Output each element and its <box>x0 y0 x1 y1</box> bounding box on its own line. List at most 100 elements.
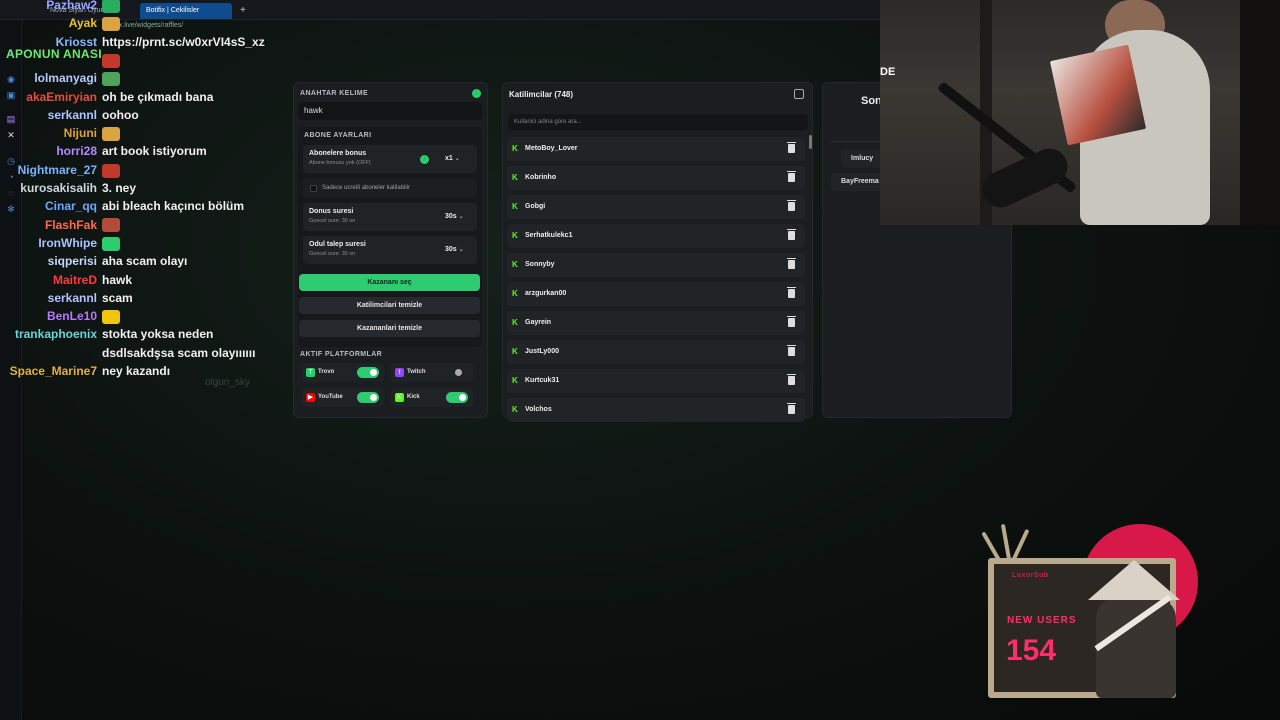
paid-only-checkbox[interactable] <box>310 185 317 192</box>
claim-time-select[interactable]: 30s ⌄ <box>441 243 471 257</box>
paid-only-label: Sadece ucretli aboneler katilabilir <box>322 185 411 191</box>
chat-text: scam <box>102 289 133 307</box>
sub-bonus-value: x1 <box>445 155 453 162</box>
chat-username[interactable]: IronWhipe <box>38 234 97 252</box>
chat-username[interactable]: trankaphoenix <box>15 325 97 343</box>
platform-toggle[interactable] <box>357 367 379 378</box>
youtube-icon: ▶ <box>306 393 315 402</box>
chat-username[interactable]: Nijuni <box>64 124 97 142</box>
chat-message: serkannl scam <box>0 289 290 307</box>
paid-only-row[interactable]: Sadece ucretli aboneler katilabilir <box>303 178 477 198</box>
trash-icon[interactable] <box>787 403 796 414</box>
samurai-illustration <box>1088 560 1188 700</box>
chevron-down-icon: ⌄ <box>454 156 460 162</box>
chat-username[interactable]: Pazhaw2 <box>46 0 97 14</box>
participant-name: Sonnyby <box>525 261 555 268</box>
pick-winner-button[interactable]: Kazananı seç <box>299 274 480 291</box>
trash-icon[interactable] <box>787 171 796 182</box>
claim-time-sub: Guncel sure: 30 sn <box>309 251 356 257</box>
participant-row[interactable]: K Serhatkulekc1 <box>507 224 805 248</box>
participant-row[interactable]: K Gayrein <box>507 311 805 335</box>
chat-text-content: https://prnt.sc/w0xrVI4sS_xz <box>102 34 265 49</box>
chat-text: abi bleach kaçıncı bölüm <box>102 197 244 215</box>
keyword-input[interactable]: hawk <box>298 102 482 120</box>
chat-username[interactable]: serkannl <box>48 106 97 124</box>
sub-bonus-info-icon[interactable]: i <box>420 155 429 164</box>
chat-message: Nightmare_27 <box>0 161 290 179</box>
participant-row[interactable]: K JustLy000 <box>507 340 805 364</box>
trash-icon[interactable] <box>787 142 796 153</box>
clear-participants-button[interactable]: Katilimcilari temizle <box>299 297 480 314</box>
platform-toggle[interactable] <box>357 392 379 403</box>
participant-row[interactable]: K Kobrinho <box>507 166 805 190</box>
sub-settings-title: ABONE AYARLARI <box>304 132 372 139</box>
chat-text: aha scam olayı <box>102 252 187 270</box>
chat-text-content: scam <box>102 290 133 305</box>
emote-icon <box>102 218 120 233</box>
chat-username[interactable]: akaEmiryian <box>26 88 97 106</box>
trash-icon[interactable] <box>787 258 796 269</box>
participant-row[interactable]: K Sonnyby <box>507 253 805 277</box>
kick-icon: K <box>512 376 518 385</box>
kick-icon: K <box>395 393 404 402</box>
trash-icon[interactable] <box>787 316 796 327</box>
info-icon[interactable]: i <box>472 89 481 98</box>
trash-icon[interactable] <box>787 229 796 240</box>
chat-username[interactable]: MaitreD <box>53 271 97 289</box>
chat-text-content: oohoo <box>102 107 139 122</box>
widget-label: NEW USERS <box>1007 615 1077 626</box>
claim-time-value: 30s <box>445 246 457 253</box>
chat-username[interactable]: horri28 <box>56 142 97 160</box>
chat-text: art book istiyorum <box>102 142 207 160</box>
emote-icon <box>102 236 120 251</box>
platform-toggle[interactable] <box>446 392 468 403</box>
chat-text: stokta yoksa neden <box>102 325 213 343</box>
trash-icon[interactable] <box>787 374 796 385</box>
bonus-time-select[interactable]: 30s ⌄ <box>441 210 471 224</box>
chat-username[interactable]: Space_Marine7 <box>10 362 97 380</box>
chat-username[interactable]: serkannl <box>48 289 97 307</box>
participant-search-input[interactable]: Kullanici adina gore ara... <box>508 114 808 130</box>
chat-username[interactable]: Ayak <box>69 14 97 32</box>
toggle-knob <box>459 394 466 401</box>
chat-username[interactable]: Cinar_qq <box>45 197 97 215</box>
participant-row[interactable]: K Volchos <box>507 398 805 422</box>
participant-row[interactable]: Karzgurkan00 <box>507 282 805 306</box>
chat-text: ney kazandı <box>102 362 170 380</box>
chat-text <box>102 161 120 179</box>
chat-message: dsdlsakdşsa scam olayıııııı <box>0 344 290 362</box>
chat-text-content: 3. ney <box>102 181 137 195</box>
chat-text: hawk <box>102 271 132 289</box>
chat-text <box>102 0 120 14</box>
participant-row[interactable]: K MetoBoy_Lover <box>507 137 805 161</box>
trash-icon[interactable] <box>787 200 796 211</box>
chat-username[interactable]: kurosakisalih <box>20 179 97 197</box>
chat-username[interactable]: siqperisi <box>48 252 97 270</box>
sub-bonus-select[interactable]: x1 ⌄ <box>441 152 471 166</box>
platform-trovo: T Trovo <box>302 363 384 382</box>
trash-icon[interactable] <box>787 287 796 298</box>
bonus-time-value: 30s <box>445 213 457 220</box>
bonus-time-sub: Guncel sure: 30 sn <box>309 218 356 224</box>
participant-row[interactable]: K Kurtcuk31 <box>507 369 805 393</box>
raffle-settings-panel: ANAHTAR KELIME i hawk ABONE AYARLARI Abo… <box>293 82 488 418</box>
chat-text-content: stokta yoksa neden <box>102 327 214 342</box>
subscriber-settings: ABONE AYARLARI Abonelere bonus Abone bon… <box>298 127 482 347</box>
chat-username[interactable]: BenLe10 <box>47 307 97 325</box>
webcam-feed: DE <box>880 0 1280 225</box>
emote-icon <box>102 126 120 141</box>
chat-text: https://prnt.sc/w0xrVI4sS_xz <box>102 33 265 51</box>
chat-message: FlashFak <box>0 216 290 234</box>
platform-toggle[interactable] <box>446 367 468 378</box>
chat-username[interactable]: Nightmare_27 <box>18 161 97 179</box>
bonus-time-label: Donus suresi <box>309 208 354 215</box>
list-scrollbar[interactable] <box>809 135 812 149</box>
participant-row[interactable]: K Gobgi <box>507 195 805 219</box>
chat-username[interactable]: lolmanyagi <box>34 69 97 87</box>
chat-username[interactable]: FlashFak <box>45 216 97 234</box>
emote-icon <box>102 72 120 87</box>
copy-icon[interactable] <box>794 89 804 99</box>
platform-label: Kick <box>407 394 420 400</box>
trash-icon[interactable] <box>787 345 796 356</box>
clear-winners-button[interactable]: Kazananlari temizle <box>299 320 480 337</box>
